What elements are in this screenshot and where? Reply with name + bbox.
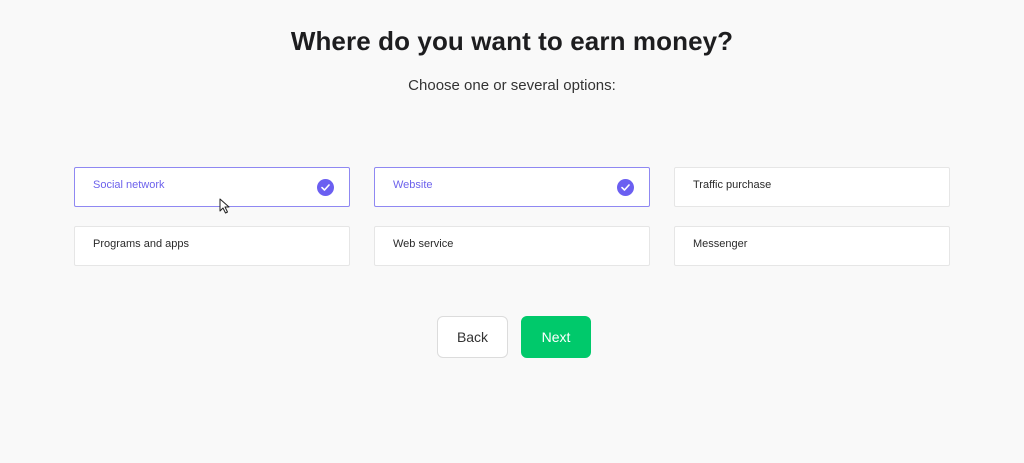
option-website[interactable]: Website: [374, 167, 650, 207]
check-circle-icon: [617, 179, 634, 196]
option-web-service[interactable]: Web service: [374, 226, 650, 266]
back-button[interactable]: Back: [437, 316, 508, 358]
option-messenger[interactable]: Messenger: [674, 226, 950, 266]
options-grid: Social network Website Traffic purchase …: [74, 167, 950, 266]
option-social-network[interactable]: Social network: [74, 167, 350, 207]
option-label: Messenger: [693, 238, 748, 250]
page-subtitle: Choose one or several options:: [408, 77, 616, 94]
page: Where do you want to earn money? Choose …: [0, 0, 1024, 463]
next-button[interactable]: Next: [521, 316, 591, 358]
mouse-pointer-icon: [219, 198, 230, 214]
option-traffic-purchase[interactable]: Traffic purchase: [674, 167, 950, 207]
option-label: Website: [393, 179, 433, 191]
option-label: Social network: [93, 179, 165, 191]
option-label: Web service: [393, 238, 454, 250]
option-programs-and-apps[interactable]: Programs and apps: [74, 226, 350, 266]
actions-bar: Back Next: [437, 316, 591, 358]
check-circle-icon: [317, 179, 334, 196]
option-label: Programs and apps: [93, 238, 189, 250]
page-title: Where do you want to earn money?: [290, 26, 734, 56]
option-label: Traffic purchase: [693, 179, 772, 191]
